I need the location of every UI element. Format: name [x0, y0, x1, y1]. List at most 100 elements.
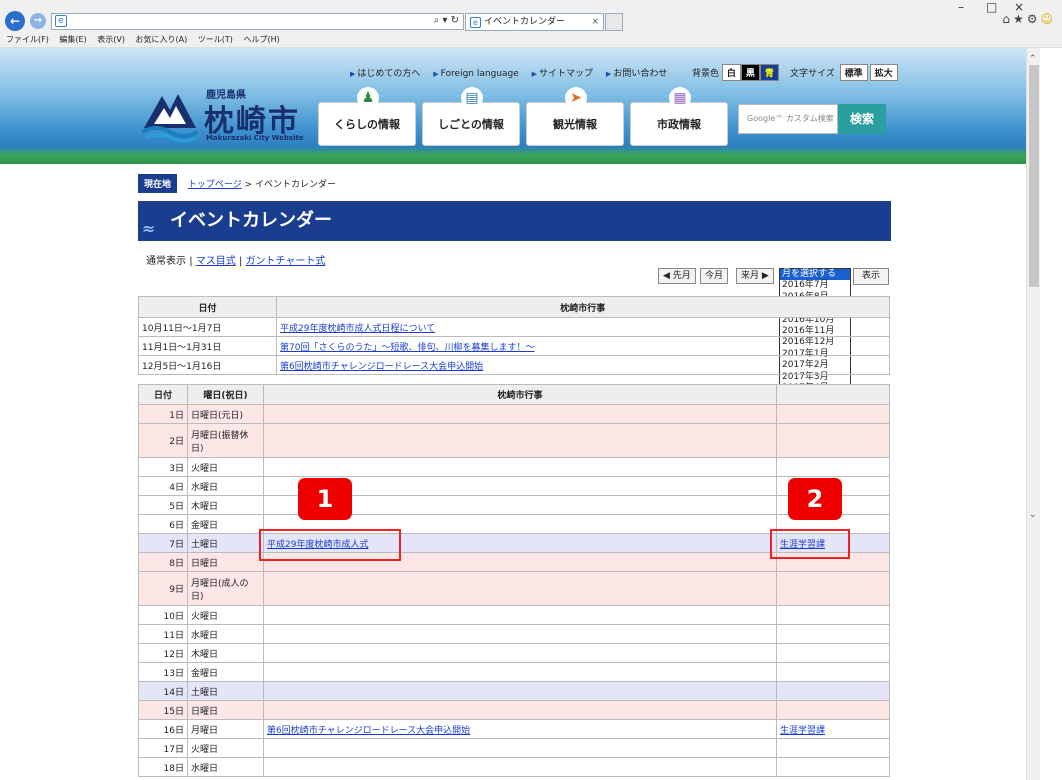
- gear-icon[interactable]: ⚙: [1027, 12, 1041, 26]
- calendar-row: 9日 月曜日(成人の日): [138, 571, 890, 606]
- address-bar[interactable]: e ⌕ ▾ ↻: [51, 13, 464, 30]
- browser-tab[interactable]: e イベントカレンダー ×: [465, 13, 604, 31]
- calendar-row: 14日 土曜日: [138, 681, 890, 701]
- wave-icon: ≈: [142, 219, 156, 238]
- long-event-link[interactable]: 第6回枕崎市チャレンジロードレース大会申込開始: [280, 362, 483, 372]
- day-number: 9日: [138, 571, 188, 606]
- nav-label: 市政情報: [657, 118, 701, 131]
- nav-label: しごとの情報: [438, 118, 504, 131]
- home-icon[interactable]: ⌂: [1002, 12, 1013, 26]
- menu-favorites[interactable]: お気に入り(A): [136, 35, 188, 44]
- nav-city-admin-info[interactable]: ▦ 市政情報: [630, 87, 728, 146]
- event-cell: [263, 457, 777, 477]
- calendar-row: 2日 月曜日(振替休日): [138, 423, 890, 458]
- col-city-event: 枕崎市行事: [263, 384, 777, 405]
- bg-black-button[interactable]: 黒: [740, 64, 760, 81]
- weekday: 木曜日: [187, 643, 264, 663]
- page-icon: e: [55, 15, 67, 27]
- site-logo[interactable]: 鹿児島県 枕崎市 Makurazaki City Website: [140, 86, 316, 146]
- weekday: 火曜日: [187, 738, 264, 758]
- department-cell: [776, 757, 890, 777]
- weekday: 水曜日: [187, 757, 264, 777]
- long-event-link[interactable]: 平成29年度枕崎市成人式日程について: [280, 324, 435, 334]
- text-standard-button[interactable]: 標準: [839, 64, 868, 81]
- highlight-box-2: [770, 529, 850, 559]
- new-tab-button[interactable]: [605, 13, 623, 31]
- weekday: 火曜日: [187, 457, 264, 477]
- search-button[interactable]: 検索: [838, 104, 886, 134]
- calendar-row: 4日 水曜日: [138, 476, 890, 496]
- show-button[interactable]: 表示: [853, 268, 889, 285]
- menu-view[interactable]: 表示(V): [97, 35, 125, 44]
- event-link[interactable]: 第6回枕崎市チャレンジロードレース大会申込開始: [267, 726, 470, 736]
- day-number: 17日: [138, 738, 188, 758]
- nav-living-info[interactable]: ♟ くらしの情報: [318, 87, 416, 146]
- event-cell: [263, 681, 777, 701]
- calendar-row: 13日 金曜日: [138, 662, 890, 682]
- smiley-icon[interactable]: ☺: [1040, 12, 1056, 26]
- calendar-row: 12日 木曜日: [138, 643, 890, 663]
- menu-file[interactable]: ファイル(F): [6, 35, 49, 44]
- col-date: 日付: [138, 296, 277, 318]
- this-month-button[interactable]: 今月: [700, 268, 729, 284]
- day-number: 2日: [138, 423, 188, 458]
- next-month-button[interactable]: 来月 ▶: [736, 268, 774, 284]
- search-input[interactable]: Google™ カスタム検索: [738, 104, 838, 134]
- back-arrow-icon[interactable]: ←: [5, 11, 25, 31]
- menu-edit[interactable]: 編集(E): [59, 35, 86, 44]
- menu-tools[interactable]: ツール(T): [198, 35, 233, 44]
- page-title: イベントカレンダー: [170, 210, 332, 231]
- link-contact[interactable]: お問い合わせ: [606, 69, 667, 79]
- month-option[interactable]: 2016年7月: [780, 280, 850, 291]
- family-icon: ♟: [357, 87, 379, 109]
- scroll-down-icon[interactable]: ⌄: [1029, 510, 1037, 520]
- scroll-up-icon[interactable]: ⌃: [1029, 54, 1037, 64]
- calendar-row: 1日 日曜日(元日): [138, 404, 890, 424]
- weekday: 月曜日: [187, 719, 264, 739]
- favorites-star-icon[interactable]: ★: [1013, 12, 1027, 26]
- vertical-scrollbar[interactable]: ⌃ ⌄: [1026, 48, 1040, 780]
- bg-blue-button[interactable]: 青: [759, 64, 779, 81]
- day-number: 6日: [138, 514, 188, 534]
- department-cell: [776, 643, 890, 663]
- nav-tourism-info[interactable]: ➤ 観光情報: [526, 87, 624, 146]
- calendar-row: 16日 月曜日 第6回枕崎市チャレンジロードレース大会申込開始 生涯学習課: [138, 719, 890, 739]
- nav-work-info[interactable]: ▤ しごとの情報: [422, 87, 520, 146]
- text-enlarge-button[interactable]: 拡大: [869, 64, 898, 81]
- highlight-box-1: [259, 529, 401, 561]
- close-tab-icon[interactable]: ×: [591, 14, 599, 30]
- tab-title: イベントカレンダー: [484, 17, 566, 27]
- day-number: 7日: [138, 533, 188, 553]
- department-cell: [776, 423, 890, 458]
- maximize-icon[interactable]: □: [986, 0, 997, 14]
- link-first-time[interactable]: はじめての方へ: [350, 69, 420, 79]
- calendar-table: 日付 曜日(祝日) 枕崎市行事 1日 日曜日(元日) 2日 月曜日(振替休日) 3日 火曜…: [138, 384, 890, 777]
- day-number: 13日: [138, 662, 188, 682]
- prev-month-button[interactable]: ◀ 先月: [658, 268, 696, 284]
- link-sitemap[interactable]: サイトマップ: [532, 69, 593, 79]
- weekday: 火曜日: [187, 605, 264, 625]
- day-number: 16日: [138, 719, 188, 739]
- weekday: 土曜日: [187, 681, 264, 701]
- view-grid-link[interactable]: マス目式: [196, 256, 236, 267]
- bg-white-button[interactable]: 白: [721, 64, 741, 81]
- month-option-placeholder[interactable]: 月を選択する: [780, 269, 850, 281]
- city-emblem-icon: [141, 94, 199, 142]
- minimize-icon[interactable]: –: [958, 0, 964, 14]
- col-department: [776, 384, 890, 405]
- breadcrumb-top-link[interactable]: トップページ: [188, 180, 242, 190]
- forward-arrow-icon[interactable]: →: [30, 13, 46, 29]
- address-controls[interactable]: ⌕ ▾ ↻: [434, 15, 459, 26]
- long-event-link[interactable]: 第70回「さくらのうた」～短歌、俳句、川柳を募集します！～: [280, 343, 534, 353]
- long-event-row: 12月5日～1月16日 第6回枕崎市チャレンジロードレース大会申込開始: [138, 355, 890, 375]
- long-event-row: 11月1日～1月31日 第70回「さくらのうた」～短歌、俳句、川柳を募集します！～: [138, 336, 890, 356]
- annotation-marker-1: 1: [298, 478, 352, 520]
- fish-icon: ➤: [565, 87, 587, 109]
- department-link[interactable]: 生涯学習課: [780, 726, 825, 736]
- scroll-thumb[interactable]: [1029, 65, 1039, 287]
- menu-help[interactable]: ヘルプ(H): [243, 35, 279, 44]
- link-foreign-language[interactable]: Foreign language: [433, 69, 518, 79]
- long-event-date: 10月11日～1月7日: [138, 317, 277, 337]
- day-number: 5日: [138, 495, 188, 515]
- view-gantt-link[interactable]: ガントチャート式: [246, 256, 326, 267]
